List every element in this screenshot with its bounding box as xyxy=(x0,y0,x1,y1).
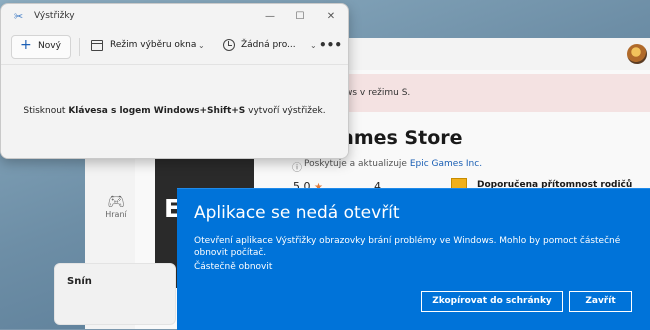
close-button[interactable]: ✕ xyxy=(320,8,342,26)
s-mode-text: ws v režimu S. xyxy=(345,88,411,98)
toolbar-divider xyxy=(79,38,80,56)
snip-canvas: Stisknout Klávesa s logem Windows+Shift+… xyxy=(1,64,348,158)
new-label: Nový xyxy=(38,41,61,51)
minimize-button[interactable]: — xyxy=(259,8,281,26)
more-options-button[interactable]: ••• xyxy=(319,35,342,57)
toolbar: + Nový Režim výběru okna ⌄ Žádná pro... … xyxy=(1,32,348,62)
close-dialog-button[interactable]: Zavřít xyxy=(569,291,632,312)
sidebar-item-games[interactable]: 🎮︎ Hraní xyxy=(99,194,133,219)
snip-mode-label: Režim výběru okna xyxy=(110,40,197,50)
copy-to-clipboard-button[interactable]: Zkopírovat do schránky xyxy=(421,291,563,312)
new-snip-button[interactable]: + Nový xyxy=(11,35,71,59)
hint-suffix: vytvoří výstřižek. xyxy=(245,106,326,116)
error-dialog: Aplikace se nedá otevřít Otevření aplika… xyxy=(177,188,650,330)
gamepad-icon: 🎮︎ xyxy=(107,194,125,210)
section-card[interactable]: Snín xyxy=(54,263,176,325)
app-title: ames Store xyxy=(341,127,463,149)
chevron-down-icon: ⌄ xyxy=(198,41,205,50)
dialog-message: Otevření aplikace Výstřižky obrazovky br… xyxy=(194,236,621,258)
hint-prefix: Stisknout xyxy=(23,106,69,116)
maximize-button[interactable]: ☐ xyxy=(289,8,311,26)
chevron-down-icon: ⌄ xyxy=(310,41,317,50)
plus-icon: + xyxy=(20,37,32,53)
window-title: Výstřižky xyxy=(34,11,75,21)
publisher-line: Poskytuje a aktualizuje Epic Games Inc. xyxy=(304,159,482,169)
snipping-tool-window: ✂ Výstřižky — ☐ ✕ + Nový Režim výběru ok… xyxy=(0,3,349,159)
publisher-prefix: Poskytuje a aktualizuje xyxy=(304,159,410,169)
partial-restore-link[interactable]: Částečně obnovit xyxy=(194,262,272,272)
info-icon: ⓘ xyxy=(292,163,302,174)
delay-dropdown[interactable]: Žádná pro... ⌄ xyxy=(217,35,317,57)
dialog-title: Aplikace se nedá otevřít xyxy=(194,203,400,223)
delay-label: Žádná pro... xyxy=(241,40,296,50)
hint-keys: Klávesa s logem Windows+Shift+S xyxy=(68,106,246,116)
clock-icon xyxy=(223,39,235,51)
window-mode-icon xyxy=(91,40,103,51)
sidebar-item-label: Hraní xyxy=(105,210,127,219)
section-title: Snín xyxy=(67,276,92,287)
snip-mode-dropdown[interactable]: Režim výběru okna ⌄ xyxy=(85,35,211,57)
publisher-link[interactable]: Epic Games Inc. xyxy=(410,159,482,169)
avatar[interactable] xyxy=(627,44,647,64)
shortcut-hint: Stisknout Klávesa s logem Windows+Shift+… xyxy=(1,106,348,116)
snipping-tool-icon: ✂ xyxy=(14,10,24,23)
